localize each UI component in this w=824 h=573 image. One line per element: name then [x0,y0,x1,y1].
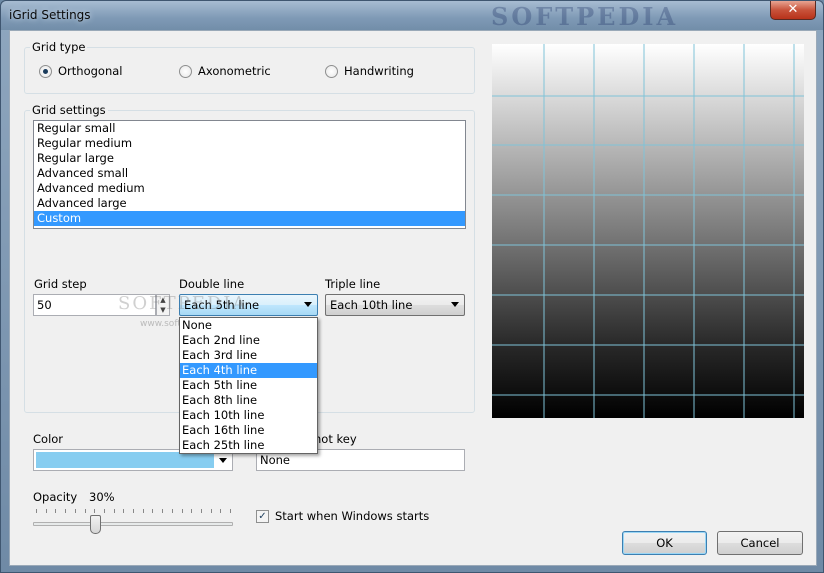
list-item[interactable]: Custom [34,211,465,226]
settings-window: iGrid Settings SOFTPEDIA ✕ Grid type Ort… [0,0,824,573]
grid-settings-label: Grid settings [30,103,108,117]
dropdown-option[interactable]: Each 25th line [180,438,317,453]
radio-handwriting-label: Handwriting [344,64,414,78]
list-item[interactable]: Advanced large [34,196,465,211]
grid-type-label: Grid type [30,40,88,54]
softpedia-watermark: SOFTPEDIA [491,2,679,31]
color-label: Color [33,432,64,446]
dropdown-option[interactable]: Each 2nd line [180,333,317,348]
dropdown-option[interactable]: Each 8th line [180,393,317,408]
chevron-down-icon [451,302,459,307]
chevron-down-icon [219,458,227,463]
dropdown-option[interactable]: Each 3rd line [180,348,317,363]
list-item[interactable]: Regular small [34,121,465,136]
ok-button[interactable]: OK [622,531,707,555]
double-line-dropdown[interactable]: None Each 2nd line Each 3rd line Each 4th l… [179,317,318,454]
chevron-down-icon [304,302,312,307]
radio-axonometric-label: Axonometric [198,64,271,78]
opacity-slider-ticks [36,509,231,513]
dialog-client-area: Grid type Orthogonal Axonometric Handwri… [9,30,817,566]
grid-preview-canvas [492,44,804,418]
list-item[interactable]: Advanced small [34,166,465,181]
radio-orthogonal-label: Orthogonal [58,64,123,78]
opacity-value: 30% [89,490,115,504]
grid-preset-list[interactable]: Regular small Regular medium Regular large… [33,120,466,229]
dropdown-option[interactable]: Each 5th line [180,378,317,393]
radio-dot-icon [179,64,192,78]
softpedia-watermark-mid: SOFTPEDIA [118,293,248,314]
dropdown-option[interactable]: Each 4th line [180,363,317,378]
dropdown-option[interactable]: None [180,318,317,333]
list-item[interactable]: Advanced medium [34,181,465,196]
double-line-label: Double line [179,277,245,291]
grid-step-label: Grid step [34,277,87,291]
list-item[interactable]: Regular large [34,151,465,166]
dropdown-option[interactable]: Each 16th line [180,423,317,438]
dropdown-option[interactable]: Each 10th line [180,408,317,423]
opacity-label: Opacity [33,490,78,504]
triple-line-label: Triple line [325,277,381,291]
triple-line-select[interactable]: Each 10th line [325,294,465,316]
radio-dot-icon [325,64,338,78]
radio-axonometric[interactable]: Axonometric [179,64,271,78]
radio-handwriting[interactable]: Handwriting [325,64,414,78]
start-with-windows-checkbox[interactable]: ✓ Start when Windows starts [256,509,429,523]
opacity-slider-thumb[interactable] [89,515,101,534]
cancel-button[interactable]: Cancel [717,531,803,555]
close-button[interactable]: ✕ [770,1,816,20]
opacity-slider-track[interactable] [33,522,233,526]
list-item[interactable]: Regular medium [34,136,465,151]
hotkey-label: hot key [314,432,357,446]
check-icon: ✓ [256,509,269,523]
radio-dot-icon [39,64,52,78]
radio-orthogonal[interactable]: Orthogonal [39,64,122,78]
start-with-windows-label: Start when Windows starts [275,509,430,523]
triple-line-value: Each 10th line [330,298,413,312]
grid-preview [492,44,804,418]
color-swatch [36,452,214,468]
title-bar[interactable]: iGrid Settings SOFTPEDIA ✕ [1,1,823,31]
window-title: iGrid Settings [9,8,91,22]
close-icon: ✕ [787,2,799,17]
